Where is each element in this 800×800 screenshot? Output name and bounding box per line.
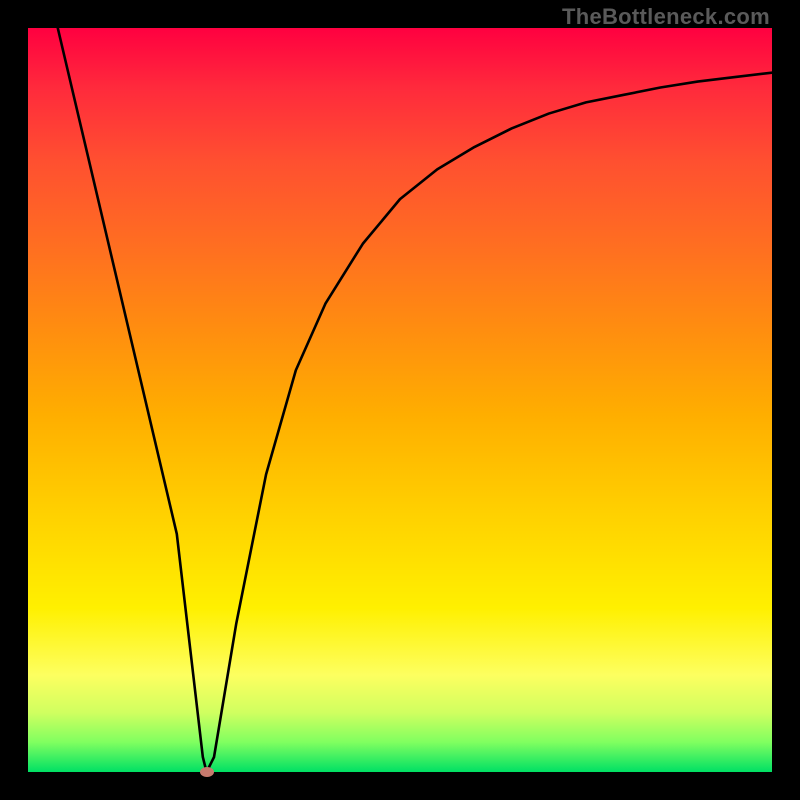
curve-svg bbox=[28, 28, 772, 772]
watermark-text: TheBottleneck.com bbox=[562, 4, 770, 30]
chart-frame: TheBottleneck.com bbox=[0, 0, 800, 800]
plot-area bbox=[28, 28, 772, 772]
bottleneck-curve bbox=[58, 28, 772, 772]
sweet-spot-marker bbox=[200, 767, 214, 777]
